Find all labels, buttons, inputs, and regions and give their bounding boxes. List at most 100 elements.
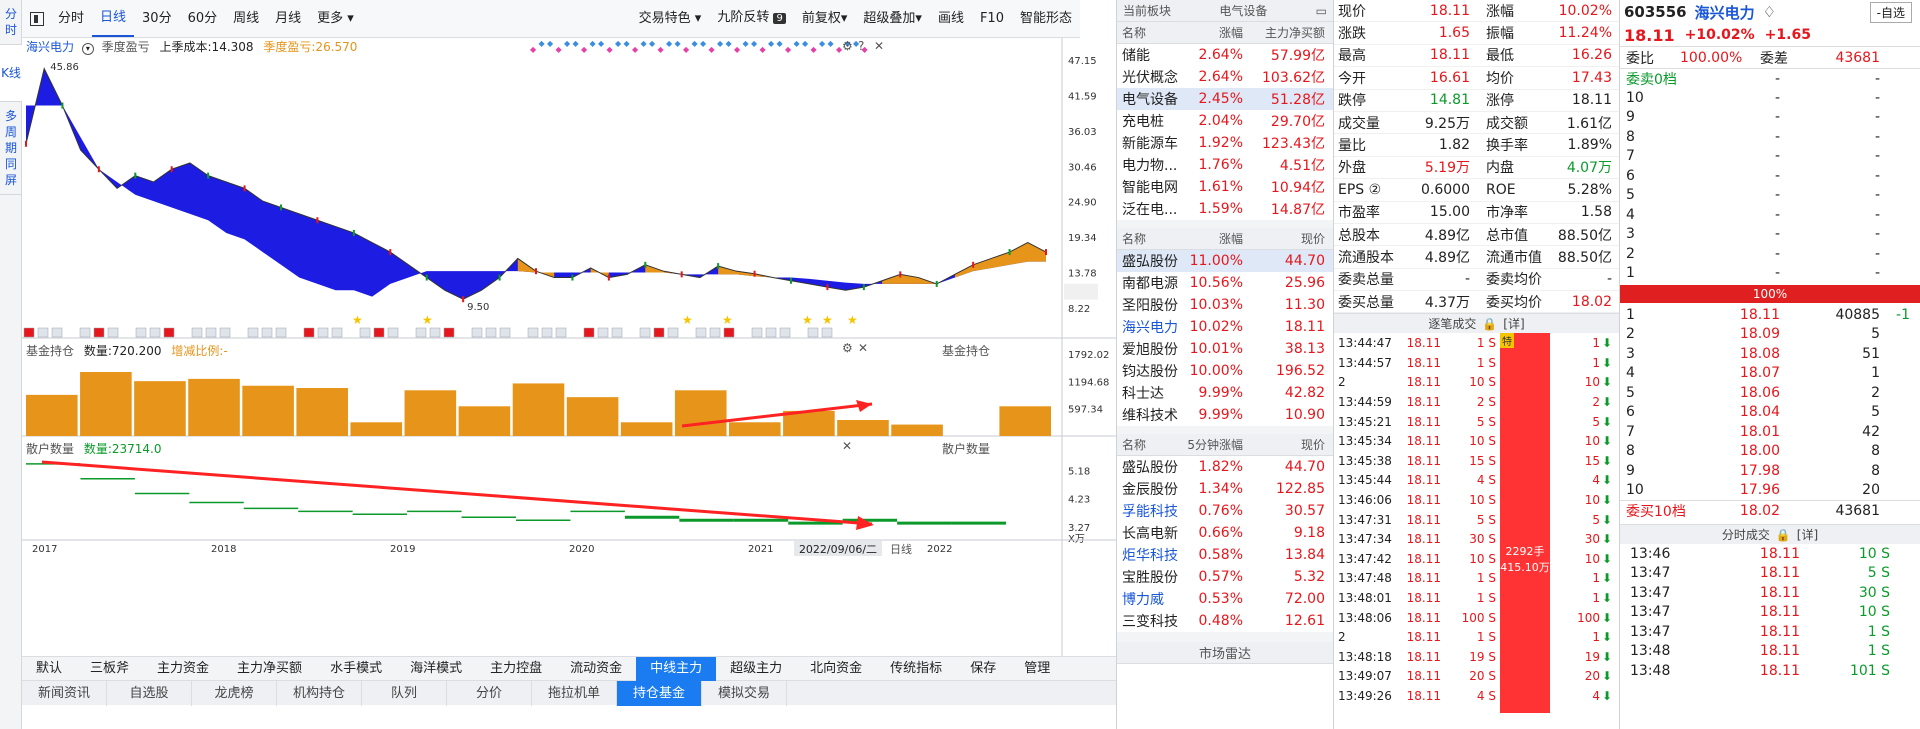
min-price: 18.11 xyxy=(1759,565,1800,582)
rows3-row[interactable]: 炬华科技 0.58% 13.84 xyxy=(1117,544,1333,566)
sector-window-icon[interactable]: ▭ xyxy=(1316,4,1327,18)
tab-timeshare[interactable]: 分时 xyxy=(0,0,22,45)
tab-kline[interactable]: K线 xyxy=(0,45,22,102)
rows3-row[interactable]: 盛弘股份 1.82% 44.70 xyxy=(1117,456,1333,478)
bid-row: 7 18.01 42 xyxy=(1620,422,1920,442)
period-30min[interactable]: 30分 xyxy=(134,0,180,38)
indicator-tab-11[interactable]: 传统指标 xyxy=(876,657,956,681)
info-tab-8[interactable]: 模拟交易 xyxy=(702,680,787,706)
adjust-dropdown[interactable]: 前复权▾ xyxy=(794,0,856,38)
ask-vol: - xyxy=(1874,206,1880,223)
y-tick-label: 47.15 xyxy=(1068,56,1097,67)
indicator-tab-13[interactable]: 管理 xyxy=(1010,657,1064,681)
tick-list[interactable]: 13:44:47 18.11 1 S 13:44:57 18.11 1 S 2 18.11 10… xyxy=(1334,333,1499,705)
lock-icon[interactable]: 🔒 xyxy=(1482,317,1497,331)
indicator-tab-9[interactable]: 超级主力 xyxy=(716,657,796,681)
rows2-row[interactable]: 科士达 9.99% 42.82 xyxy=(1117,382,1333,404)
quote-cell: 1.61亿 xyxy=(1566,115,1612,132)
overlay-dropdown[interactable]: 超级叠加▾ xyxy=(855,0,930,38)
col-price3[interactable]: 现价 xyxy=(1243,436,1329,453)
tab-multi-period[interactable]: 多周期同屏 xyxy=(0,102,22,195)
rows2-row[interactable]: 维科技术 9.99% 10.90 xyxy=(1117,404,1333,426)
indicator-tab-4[interactable]: 水手模式 xyxy=(316,657,396,681)
rows2-row[interactable]: 爱旭股份 10.01% 38.13 xyxy=(1117,338,1333,360)
rows3-row[interactable]: 博力威 0.53% 72.00 xyxy=(1117,588,1333,610)
rows-row[interactable]: 泛在电... 1.59% 14.87亿 xyxy=(1117,198,1333,220)
rows3-row[interactable]: 宝胜股份 0.57% 5.32 xyxy=(1117,566,1333,588)
col-name[interactable]: 名称 xyxy=(1117,24,1187,41)
rows-row[interactable]: 智能电网 1.61% 10.94亿 xyxy=(1117,176,1333,198)
bell-icon[interactable]: ♢ xyxy=(1763,3,1776,21)
indicator-tab-8[interactable]: 中线主力 xyxy=(636,656,717,681)
indicator-tab-5[interactable]: 海洋模式 xyxy=(396,657,476,681)
indicator-tab-7[interactable]: 流动资金 xyxy=(556,657,636,681)
quote-cell: 今开 xyxy=(1338,70,1366,87)
ask-row: 7 - - xyxy=(1620,147,1920,167)
indicator-tab-12[interactable]: 保存 xyxy=(956,657,1010,681)
min-tick-list[interactable]: 13:46 18.11 10 S 13:47 18.11 5 S 13:47 18.11 30 … xyxy=(1620,544,1920,681)
period-daily[interactable]: 日线 xyxy=(92,1,135,37)
period-more-dropdown[interactable]: 更多 ▾ xyxy=(309,0,362,38)
rows-row[interactable]: 光伏概念 2.64% 103.62亿 xyxy=(1117,66,1333,88)
info-tab-2[interactable]: 龙虎榜 xyxy=(192,680,277,706)
rows-row[interactable]: 新能源车 1.92% 123.43亿 xyxy=(1117,132,1333,154)
period-timeshare[interactable]: 分时 xyxy=(50,0,92,38)
min-detail-toggle[interactable]: [详] xyxy=(1797,526,1818,543)
kline-chart-area[interactable]: 海兴电力 ▾ 季度盈亏 上季成本:14.308 季度盈亏:26.570 基金持仓… xyxy=(22,38,1116,656)
indicator-tab-3[interactable]: 主力净买额 xyxy=(223,657,316,681)
nine-reversal-button[interactable]: 九阶反转 9 xyxy=(709,0,794,38)
col-price2[interactable]: 现价 xyxy=(1243,230,1329,247)
info-tab-7[interactable]: 持仓基金 xyxy=(617,680,702,706)
layout-toggle-icon[interactable] xyxy=(30,11,44,26)
col-pct[interactable]: 涨幅 xyxy=(1187,24,1243,41)
ask-price: - xyxy=(1774,167,1780,184)
f10-button[interactable]: F10 xyxy=(972,0,1012,38)
rows2-row[interactable]: 圣阳股份 10.03% 11.30 xyxy=(1117,294,1333,316)
indicator-tab-2[interactable]: 主力资金 xyxy=(143,657,223,681)
tick-row: 13:48:01 18.11 1 S xyxy=(1334,588,1499,608)
info-tab-0[interactable]: 新闻资讯 xyxy=(22,680,107,706)
rows3-row[interactable]: 三变科技 0.48% 12.61 xyxy=(1117,610,1333,632)
stock-name: 海兴电力 xyxy=(1694,3,1755,22)
trade-feature-dropdown[interactable]: 交易特色 ▾ xyxy=(631,0,710,38)
rows-row[interactable]: 储能 2.64% 57.99亿 xyxy=(1117,44,1333,66)
ask-price: - xyxy=(1774,187,1780,204)
col-pct2[interactable]: 涨幅 xyxy=(1187,230,1243,247)
period-60min[interactable]: 60分 xyxy=(180,0,226,38)
indicator-tab-10[interactable]: 北向资金 xyxy=(796,657,876,681)
col-5min[interactable]: 5分钟涨幅 xyxy=(1187,436,1243,453)
candle-mark xyxy=(134,172,137,179)
ask-row: 3 - - xyxy=(1620,225,1920,245)
col-name2[interactable]: 名称 xyxy=(1117,230,1187,247)
indicator-tab-1[interactable]: 三板斧 xyxy=(76,657,143,681)
rows-row[interactable]: 电气设备 2.45% 51.28亿 xyxy=(1117,88,1333,110)
info-tab-3[interactable]: 机构持仓 xyxy=(277,680,362,706)
watchlist-button[interactable]: -自选 xyxy=(1869,1,1912,23)
draw-line-button[interactable]: 画线 xyxy=(930,0,972,38)
info-tab-4[interactable]: 队列 xyxy=(362,680,447,706)
tick-vol-row: 5 ⬇ xyxy=(1550,510,1614,530)
lock-icon-2[interactable]: 🔒 xyxy=(1776,528,1791,542)
rows2-row[interactable]: 盛弘股份 11.00% 44.70 xyxy=(1117,250,1333,272)
rows2-row[interactable]: 南都电源 10.56% 25.96 xyxy=(1117,272,1333,294)
info-tab-5[interactable]: 分价 xyxy=(447,680,532,706)
rows-row[interactable]: 充电桩 2.04% 29.70亿 xyxy=(1117,110,1333,132)
info-tab-1[interactable]: 自选股 xyxy=(107,680,192,706)
smart-pattern-button[interactable]: 智能形态 xyxy=(1012,0,1080,38)
info-tab-6[interactable]: 拖拉机单 xyxy=(532,680,617,706)
period-weekly[interactable]: 周线 xyxy=(225,0,267,38)
period-monthly[interactable]: 月线 xyxy=(267,0,309,38)
rows3-row[interactable]: 孚能科技 0.76% 30.57 xyxy=(1117,500,1333,522)
rows-name: 新能源车 xyxy=(1122,136,1178,152)
indicator-tab-6[interactable]: 主力控盘 xyxy=(476,657,556,681)
col-name3[interactable]: 名称 xyxy=(1117,436,1187,453)
tick-detail-toggle[interactable]: [详] xyxy=(1503,315,1524,332)
indicator-tab-0[interactable]: 默认 xyxy=(22,657,76,681)
rows2-row[interactable]: 钧达股份 10.00% 196.52 xyxy=(1117,360,1333,382)
rows2-row[interactable]: 海兴电力 10.02% 18.11 xyxy=(1117,316,1333,338)
market-radar[interactable]: 市场雷达 xyxy=(1117,642,1333,664)
rows-row[interactable]: 电力物... 1.76% 4.51亿 xyxy=(1117,154,1333,176)
rows3-row[interactable]: 金辰股份 1.34% 122.85 xyxy=(1117,478,1333,500)
col-netbuy[interactable]: 主力净买额 xyxy=(1243,24,1329,41)
rows3-row[interactable]: 长高电新 0.66% 9.18 xyxy=(1117,522,1333,544)
